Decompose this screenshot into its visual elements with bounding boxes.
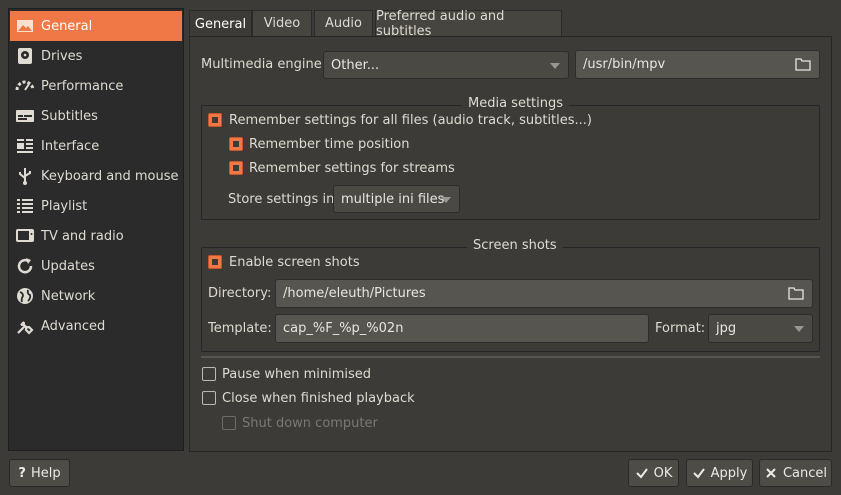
- close-finished-label: Close when finished playback: [222, 391, 415, 406]
- interface-icon: [15, 136, 35, 156]
- close-icon: [766, 468, 776, 478]
- chevron-down-icon: [550, 63, 560, 69]
- drive-icon: [15, 46, 35, 66]
- sidebar-item-subtitles[interactable]: Subtitles: [10, 101, 182, 131]
- template-field[interactable]: cap_%F_%p_%02n: [275, 314, 649, 343]
- screenshots-title: Screen shots: [467, 238, 563, 253]
- format-value: jpg: [716, 321, 737, 336]
- globe-icon: [15, 286, 35, 306]
- store-settings-label: Store settings in: [228, 192, 335, 207]
- tab-preferred-audio-subtitles[interactable]: Preferred audio and subtitles: [375, 9, 562, 39]
- help-button[interactable]: ? Help: [9, 459, 70, 487]
- engine-select-value: Other...: [331, 57, 380, 73]
- cancel-button[interactable]: Cancel: [759, 459, 832, 487]
- remember-time-checkbox[interactable]: [229, 137, 243, 151]
- folder-icon[interactable]: [795, 57, 811, 71]
- sidebar-item-label: General: [41, 18, 93, 34]
- divider: [201, 356, 820, 358]
- ok-button[interactable]: OK: [628, 459, 679, 487]
- usb-icon: [15, 166, 35, 186]
- remember-streams-label: Remember settings for streams: [249, 161, 455, 176]
- check-icon: [692, 468, 705, 479]
- tab-audio[interactable]: Audio: [314, 10, 373, 36]
- sidebar-item-label: Performance: [41, 78, 124, 94]
- directory-field[interactable]: /home/eleuth/Pictures: [275, 279, 813, 308]
- store-settings-value: multiple ini files: [341, 191, 445, 207]
- pause-minimised-checkbox[interactable]: [202, 367, 216, 381]
- engine-path-value: /usr/bin/mpv: [583, 57, 666, 72]
- subtitles-icon: [15, 106, 35, 126]
- engine-label: Multimedia engine:: [201, 57, 327, 72]
- sidebar-item-label: Keyboard and mouse: [41, 168, 179, 184]
- sidebar-item-general[interactable]: General: [10, 11, 182, 41]
- close-finished-checkbox[interactable]: [202, 391, 216, 405]
- sidebar-item-interface[interactable]: Interface: [10, 131, 182, 161]
- sidebar-item-label: Interface: [41, 138, 100, 154]
- tab-general[interactable]: General: [189, 10, 252, 37]
- help-button-label: Help: [30, 465, 61, 481]
- store-settings-select[interactable]: multiple ini files: [333, 185, 460, 213]
- pause-minimised-label: Pause when minimised: [222, 367, 372, 382]
- remember-streams-checkbox[interactable]: [229, 161, 243, 175]
- remember-all-checkbox[interactable]: [208, 113, 222, 127]
- sidebar-item-label: TV and radio: [41, 228, 124, 244]
- shutdown-checkbox: [222, 416, 236, 430]
- picture-icon: [15, 16, 35, 36]
- sidebar-item-label: Network: [41, 288, 96, 304]
- engine-path-field[interactable]: /usr/bin/mpv: [575, 50, 820, 79]
- media-settings-title: Media settings: [462, 96, 570, 111]
- directory-label: Directory:: [208, 286, 272, 301]
- sidebar-item-network[interactable]: Network: [10, 281, 182, 311]
- gauge-icon: [15, 76, 35, 96]
- folder-icon[interactable]: [788, 286, 804, 300]
- sidebar-item-advanced[interactable]: Advanced: [10, 311, 182, 341]
- tv-icon: [15, 226, 35, 246]
- apply-button[interactable]: Apply: [686, 459, 753, 487]
- engine-select[interactable]: Other...: [323, 51, 569, 79]
- sidebar-item-label: Updates: [41, 258, 95, 274]
- format-label: Format:: [655, 321, 706, 336]
- template-value: cap_%F_%p_%02n: [283, 321, 404, 336]
- wrench-icon: [15, 316, 35, 336]
- sidebar-item-keyboard-mouse[interactable]: Keyboard and mouse: [10, 161, 182, 191]
- question-icon: ?: [18, 465, 26, 481]
- chevron-down-icon: [794, 326, 804, 332]
- sidebar-item-playlist[interactable]: Playlist: [10, 191, 182, 221]
- directory-value: /home/eleuth/Pictures: [283, 286, 426, 301]
- cancel-button-label: Cancel: [782, 465, 828, 481]
- format-select[interactable]: jpg: [708, 314, 813, 343]
- sidebar-item-tv-radio[interactable]: TV and radio: [10, 221, 182, 251]
- enable-screenshots-checkbox[interactable]: [208, 255, 222, 269]
- sidebar-item-updates[interactable]: Updates: [10, 251, 182, 281]
- apply-button-label: Apply: [710, 465, 748, 481]
- sidebar-item-label: Advanced: [41, 318, 106, 334]
- sidebar-item-label: Playlist: [41, 198, 88, 214]
- sidebar: General Drives Performance Subtitles Int…: [8, 8, 184, 451]
- refresh-icon: [15, 256, 35, 276]
- sidebar-item-drives[interactable]: Drives: [10, 41, 182, 71]
- sidebar-item-performance[interactable]: Performance: [10, 71, 182, 101]
- tab-video[interactable]: Video: [252, 10, 312, 36]
- shutdown-label: Shut down computer: [242, 416, 378, 431]
- sidebar-item-label: Subtitles: [41, 108, 98, 124]
- list-icon: [15, 196, 35, 216]
- ok-button-label: OK: [653, 465, 673, 481]
- chevron-down-icon: [441, 197, 451, 203]
- sidebar-item-label: Drives: [41, 48, 83, 64]
- remember-all-label: Remember settings for all files (audio t…: [229, 113, 593, 128]
- remember-time-label: Remember time position: [249, 137, 410, 152]
- check-icon: [635, 468, 648, 479]
- template-label: Template:: [208, 321, 272, 336]
- enable-screenshots-label: Enable screen shots: [229, 255, 360, 270]
